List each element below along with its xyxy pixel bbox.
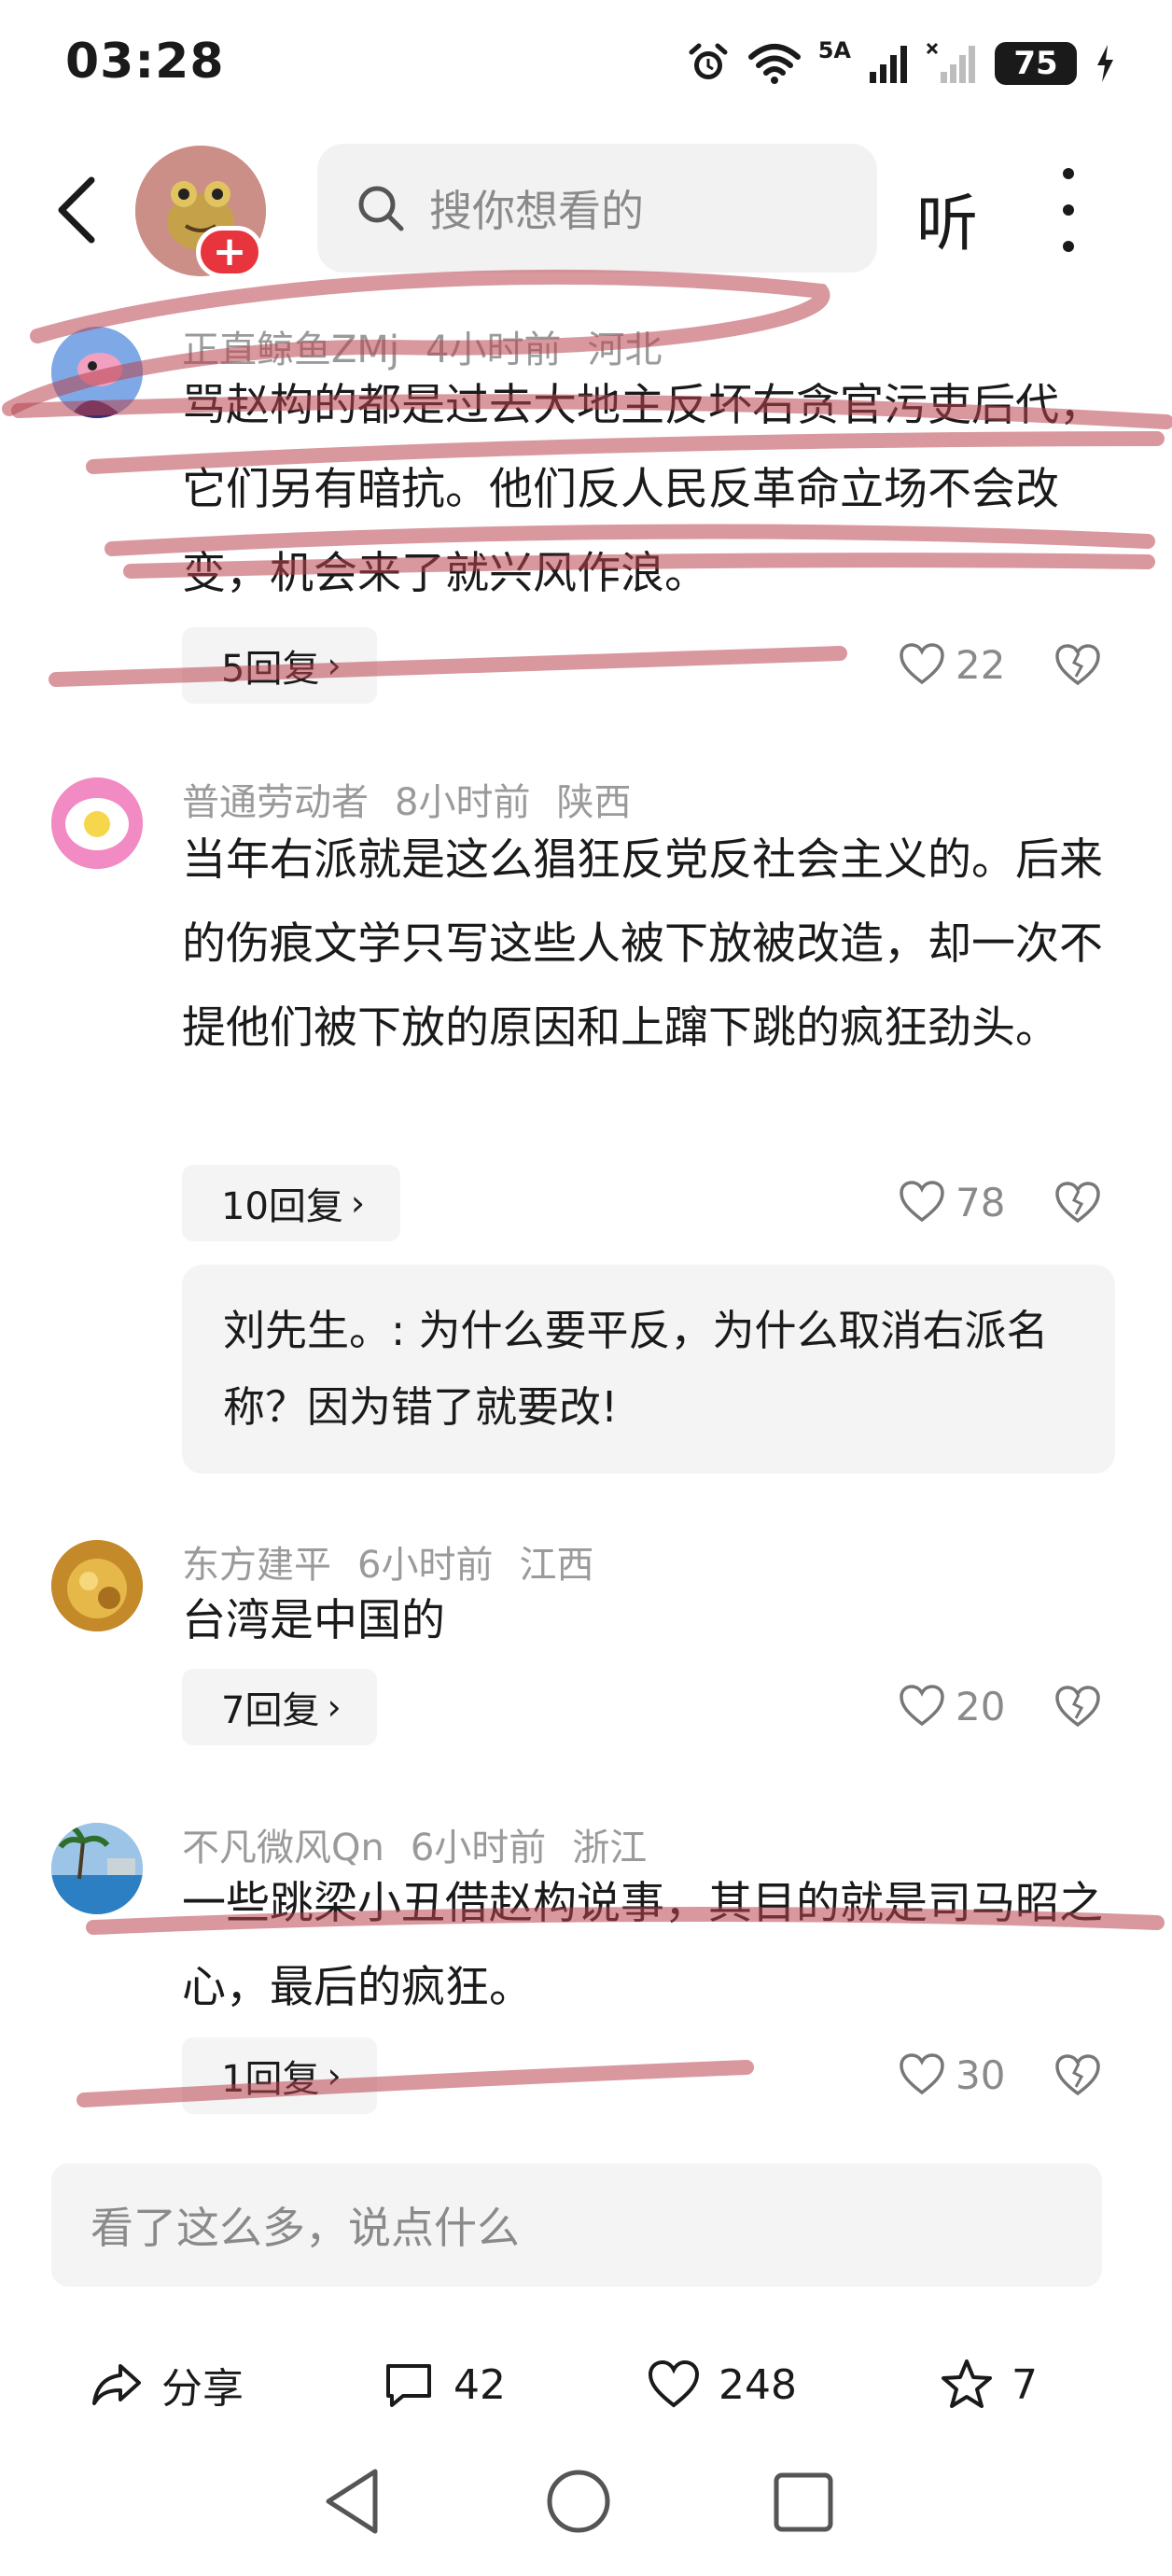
golden-avatar-icon	[51, 1540, 143, 1631]
view-replies-button[interactable]: 5回复 ›	[182, 627, 377, 704]
like-button[interactable]: 22	[898, 632, 1005, 697]
broken-heart-icon[interactable]	[1053, 1681, 1103, 1731]
battery-level: 75	[1013, 45, 1058, 82]
like-count: 22	[956, 641, 1006, 688]
alarm-icon	[689, 43, 728, 79]
heart-icon	[900, 1181, 944, 1223]
view-replies-button[interactable]: 10回复 ›	[182, 1165, 401, 1241]
fried-egg-avatar-icon	[51, 777, 143, 869]
chevron-right-icon: ›	[327, 2055, 342, 2096]
like-count: 20	[956, 1683, 1006, 1729]
signal-icon	[870, 46, 907, 83]
replies-label: 7回复	[221, 1689, 320, 1732]
favorites-count: 7	[1012, 2360, 1038, 2409]
like-button[interactable]: 20	[898, 1673, 1005, 1739]
heart-icon	[900, 643, 944, 685]
broken-heart-icon[interactable]	[1053, 1177, 1103, 1227]
comment-text: 台湾是中国的	[182, 1595, 445, 1646]
favorite-button[interactable]: 7	[939, 2333, 1038, 2436]
likes-count: 248	[719, 2360, 797, 2409]
commenter-avatar[interactable]	[51, 1540, 143, 1631]
like-button[interactable]: 78	[898, 1169, 1005, 1235]
heart-icon	[648, 2359, 700, 2408]
like-count: 78	[956, 1179, 1006, 1225]
heart-icon	[900, 2053, 944, 2095]
like-post-button[interactable]: 248	[646, 2333, 797, 2436]
bottom-action-bar: 分享 42 248 7	[0, 2333, 1172, 2436]
status-bar: 03:28 5A 75	[0, 0, 1172, 131]
comment-text: 一些跳梁小丑借赵构说事，其目的就是司马昭之心，最后的疯狂。	[182, 1878, 1103, 2013]
comment-text: 当年右派就是这么猖狂反党反社会主义的。后来的伤痕文学只写这些人被下放被改造，却一…	[182, 834, 1103, 1054]
broken-heart-icon[interactable]	[1053, 2050, 1103, 2100]
wifi-icon	[747, 44, 801, 84]
chevron-right-icon: ›	[350, 1183, 366, 1224]
heart-icon	[900, 1685, 944, 1727]
signal-weak-icon	[926, 42, 975, 83]
back-arrow-icon[interactable]	[47, 173, 112, 247]
replies-label: 1回复	[221, 2058, 320, 2101]
more-options-icon[interactable]	[1050, 168, 1087, 252]
commenter-avatar[interactable]	[51, 777, 143, 869]
status-time: 03:28	[65, 34, 225, 90]
chevron-right-icon: ›	[327, 1687, 342, 1728]
share-button[interactable]: 分享	[89, 2333, 244, 2436]
replies-label: 5回复	[221, 648, 320, 691]
replies-label: 10回复	[221, 1185, 343, 1228]
nav-back-triangle-icon[interactable]	[319, 2466, 384, 2537]
cartoon-dog-avatar-icon	[51, 327, 143, 418]
search-bar[interactable]: 搜你想看的	[317, 144, 877, 273]
comment-input-placeholder: 看了这么多，说点什么	[91, 2203, 520, 2253]
follow-plus-button[interactable]: +	[196, 226, 263, 278]
chevron-right-icon: ›	[327, 645, 342, 686]
like-count: 30	[956, 2051, 1006, 2098]
pool-palm-avatar-icon	[51, 1823, 143, 1914]
comments-button[interactable]: 42	[381, 2333, 506, 2436]
charging-icon	[1097, 45, 1113, 82]
comment-text: 骂赵构的都是过去大地主反坏右贪官污吏后代，它们另有暗抗。他们反人民反革命立场不会…	[182, 380, 1103, 599]
commenter-avatar[interactable]	[51, 1823, 143, 1914]
top-nav: + 搜你想看的 听	[0, 140, 1172, 280]
broken-heart-icon[interactable]	[1053, 639, 1103, 690]
search-icon	[358, 186, 404, 231]
view-replies-button[interactable]: 1回复 ›	[182, 2037, 377, 2114]
commenter-avatar[interactable]	[51, 327, 143, 418]
star-icon	[942, 2359, 992, 2408]
network-type-label: 5A	[817, 37, 851, 63]
view-replies-button[interactable]: 7回复 ›	[182, 1669, 377, 1745]
comments-count: 42	[453, 2360, 506, 2409]
comment-input[interactable]: 看了这么多，说点什么	[51, 2163, 1102, 2287]
status-icons: 5A 75	[686, 35, 1116, 91]
like-button[interactable]: 30	[898, 2042, 1005, 2107]
system-nav-bar	[0, 2445, 1172, 2557]
battery-indicator: 75	[995, 42, 1077, 85]
listen-button[interactable]: 听	[916, 174, 978, 263]
comment-icon	[386, 2364, 431, 2407]
share-label: 分享	[161, 2365, 244, 2413]
share-icon	[92, 2364, 141, 2405]
nav-recents-square-icon[interactable]	[771, 2470, 836, 2535]
nav-home-circle-icon[interactable]	[543, 2466, 614, 2537]
search-placeholder: 搜你想看的	[429, 186, 644, 236]
sub-reply-box[interactable]: 刘先生。: 为什么要平反，为什么取消右派名称？因为错了就要改!	[182, 1265, 1115, 1474]
